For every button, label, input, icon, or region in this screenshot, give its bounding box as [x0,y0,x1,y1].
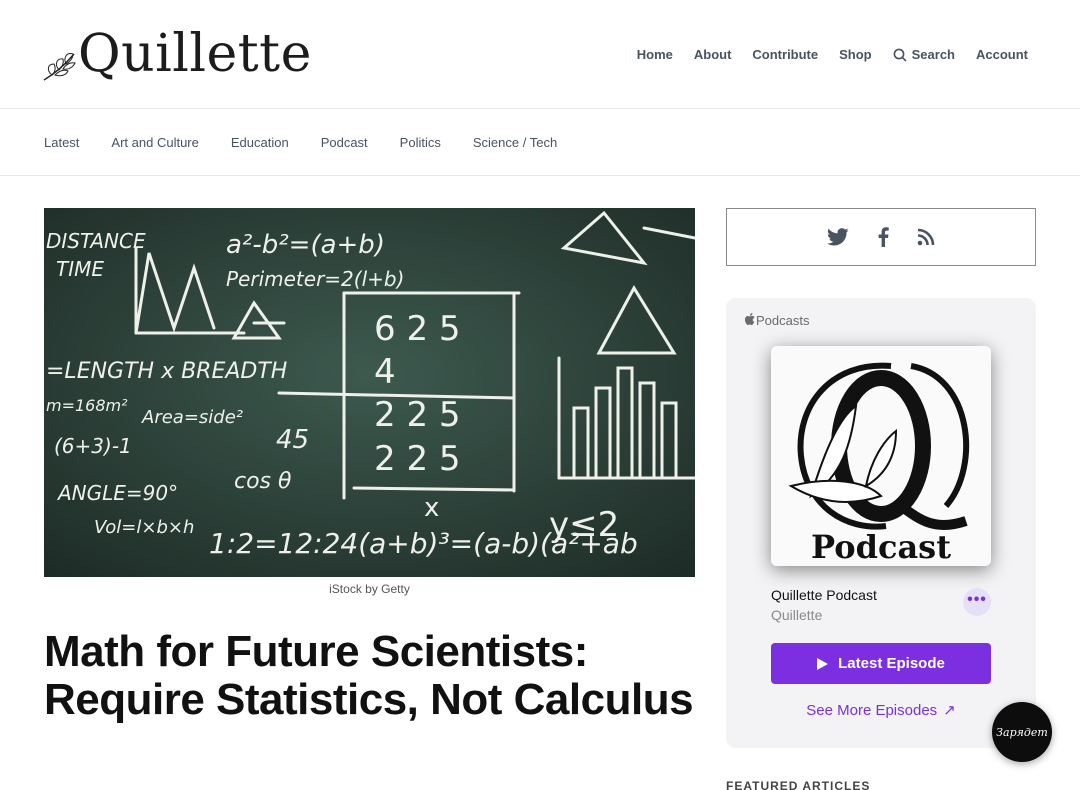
twitter-icon[interactable] [827,228,849,246]
article-title: Math for Future Scientists: Require Stat… [44,627,694,724]
chalk-distance: DISTANCE [46,229,146,253]
nav-home[interactable]: Home [637,47,673,62]
nav-shop[interactable]: Shop [839,47,872,62]
featured-articles-heading: FEATURED ARTICLES [726,779,871,790]
chalk-x: x [424,493,439,523]
chalk-yle2: y≤2 [549,505,619,545]
hero-image: DISTANCE TIME a²-b²=(a+b) Perimeter=2(l+… [44,208,695,577]
chalk-625: 6 2 5 [374,309,461,349]
podcast-show-name[interactable]: Quillette Podcast [771,587,877,603]
chalk-cos: cos θ [234,469,292,494]
nav-about[interactable]: About [694,47,732,62]
category-art-and-culture[interactable]: Art and Culture [111,135,198,150]
site-header: Quillette Home About Contribute Shop Sea… [0,0,1080,109]
chalk-length-breadth: =LENGTH x BREADTH [46,359,287,384]
latest-episode-button[interactable]: Latest Episode [771,643,991,684]
see-more-label: See More Episodes [806,702,938,719]
play-icon [817,657,829,670]
podcast-art-label: Podcast [811,528,951,566]
podcast-cover-art[interactable]: Podcast [771,346,991,566]
category-latest[interactable]: Latest [44,135,79,150]
facebook-icon[interactable] [877,227,889,247]
category-bar: Latest Art and Culture Education Podcast… [0,109,1080,176]
nav-account[interactable]: Account [976,47,1028,62]
podcast-widget: Podcasts Podcast Quillette Podcast Quill… [726,298,1036,748]
chalk-perimeter: Perimeter=2(l+b) [226,267,404,291]
category-politics[interactable]: Politics [400,135,441,150]
nav-search[interactable]: Search [893,47,955,62]
apple-icon [744,313,755,328]
chalk-vol: Vol=l×b×h [94,517,194,538]
chalk-area: Area=side² [141,407,243,428]
latest-episode-label: Latest Episode [838,655,945,672]
chalk-45: 45 [276,425,309,455]
chalk-4: 4 [374,352,396,392]
chalk-time: TIME [56,257,104,281]
chalk-225a: 2 2 5 [374,395,461,435]
search-icon [893,48,907,62]
search-label: Search [911,47,955,62]
chalk-angle: ANGLE=90° [56,481,178,505]
more-options-button[interactable]: ••• [963,588,991,616]
chalk-formula: (6+3)-1 [54,434,132,458]
chalk-m168: m=168m² [46,396,128,415]
nav-contribute[interactable]: Contribute [752,47,818,62]
category-podcast[interactable]: Podcast [321,135,368,150]
chalkboard-illustration: DISTANCE TIME a²-b²=(a+b) Perimeter=2(l+… [44,208,695,577]
category-education[interactable]: Education [231,135,289,150]
podcast-author[interactable]: Quillette [771,607,822,623]
apple-podcasts-brand[interactable]: Podcasts [744,313,810,328]
category-science-tech[interactable]: Science / Tech [473,135,557,150]
rss-icon[interactable] [917,228,935,246]
chalk-a2b2: a²-b²=(a+b) [226,230,385,260]
hero-caption: iStock by Getty [329,582,410,596]
logo-wordmark: Quillette [78,24,312,84]
social-links [726,208,1036,266]
chalk-225b: 2 2 5 [374,439,461,479]
floating-badge[interactable]: Зарядет [992,702,1052,762]
top-navigation: Home About Contribute Shop Search Accoun… [616,47,1028,62]
podcasts-brand-label: Podcasts [756,313,810,328]
site-logo[interactable]: Quillette [42,24,312,84]
see-more-episodes-link[interactable]: See More Episodes ↗ [726,701,1036,719]
quillette-q-logo: Podcast [771,346,991,566]
external-arrow-icon: ↗ [943,702,956,719]
